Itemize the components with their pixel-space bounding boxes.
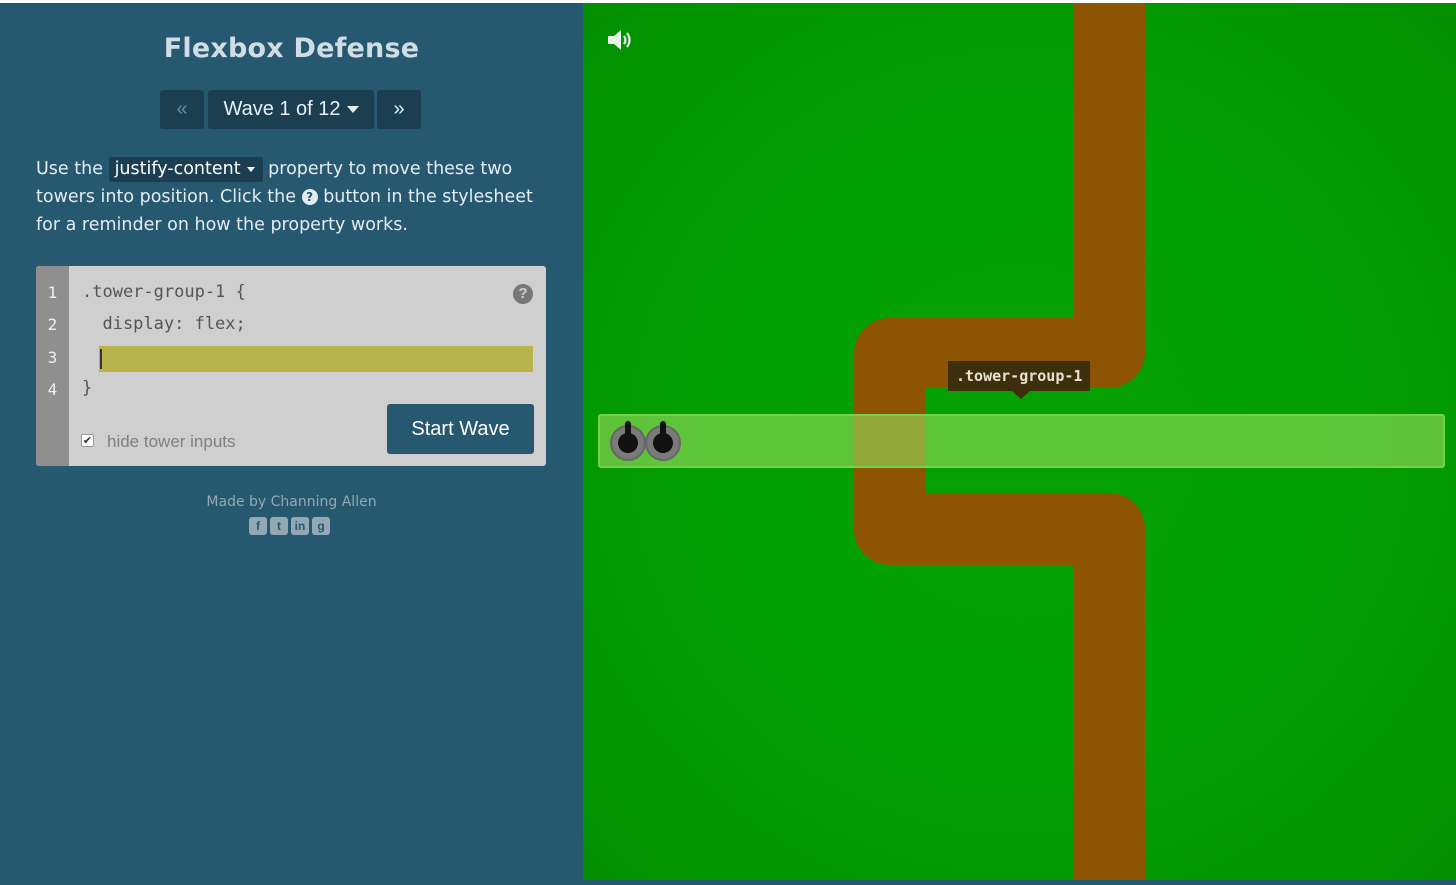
tower-barrel	[660, 421, 666, 439]
hide-tower-inputs-label: hide tower inputs	[107, 432, 236, 451]
tower-group-1	[598, 414, 1445, 468]
game-board: .tower-group-1	[583, 3, 1456, 880]
hide-tower-inputs-checkbox[interactable]: ✔	[81, 434, 94, 447]
tower-group-tooltip: .tower-group-1	[948, 361, 1091, 391]
tooltip-arrow	[1012, 391, 1030, 399]
github-icon[interactable]: g	[312, 517, 330, 535]
wave-label: Wave 1 of 12	[223, 98, 341, 120]
line-number: 3	[47, 348, 58, 367]
previous-wave-button[interactable]: «	[160, 90, 204, 129]
code-closing-brace: }	[82, 378, 93, 398]
page-title: Flexbox Defense	[163, 33, 420, 64]
caret-down-icon	[246, 166, 255, 172]
speaker-icon[interactable]	[606, 28, 634, 52]
property-dropdown[interactable]: justify-content	[108, 157, 263, 182]
instructions-panel: Flexbox Defense « Wave 1 of 12 » Use the…	[0, 3, 583, 885]
instructions-text: Use the justify-content property to move…	[36, 155, 551, 239]
twitter-icon[interactable]: t	[270, 517, 288, 535]
code-selector: .tower-group-1 {	[82, 282, 246, 302]
facebook-icon[interactable]: f	[249, 517, 267, 535]
code-display-declaration: display: flex;	[82, 314, 246, 334]
social-links: f t in g	[249, 517, 330, 535]
stylesheet-editor: 1 2 3 4 .tower-group-1 { display: flex; …	[36, 266, 546, 466]
tower	[610, 421, 646, 461]
line-number-gutter: 1 2 3 4	[36, 266, 69, 466]
help-button[interactable]: ?	[513, 284, 533, 304]
wave-selector-dropdown[interactable]: Wave 1 of 12	[208, 90, 374, 129]
credit-text: Made by Channing Allen	[206, 494, 377, 510]
start-wave-button[interactable]: Start Wave	[387, 404, 534, 454]
instructions-part-1: Use the	[36, 159, 103, 179]
line-number: 2	[47, 315, 58, 334]
next-wave-button[interactable]: »	[377, 90, 421, 129]
tower-barrel	[625, 421, 631, 439]
caret-down-icon	[346, 106, 359, 113]
linkedin-icon[interactable]: in	[291, 517, 309, 535]
line-number: 4	[47, 380, 58, 399]
line-number: 1	[47, 283, 58, 302]
property-name: justify-content	[114, 159, 241, 179]
help-icon: ?	[301, 189, 318, 205]
enemy-path-segment	[1074, 493, 1145, 880]
css-property-input[interactable]	[99, 346, 533, 372]
text-cursor	[100, 349, 102, 369]
tower	[645, 421, 681, 461]
